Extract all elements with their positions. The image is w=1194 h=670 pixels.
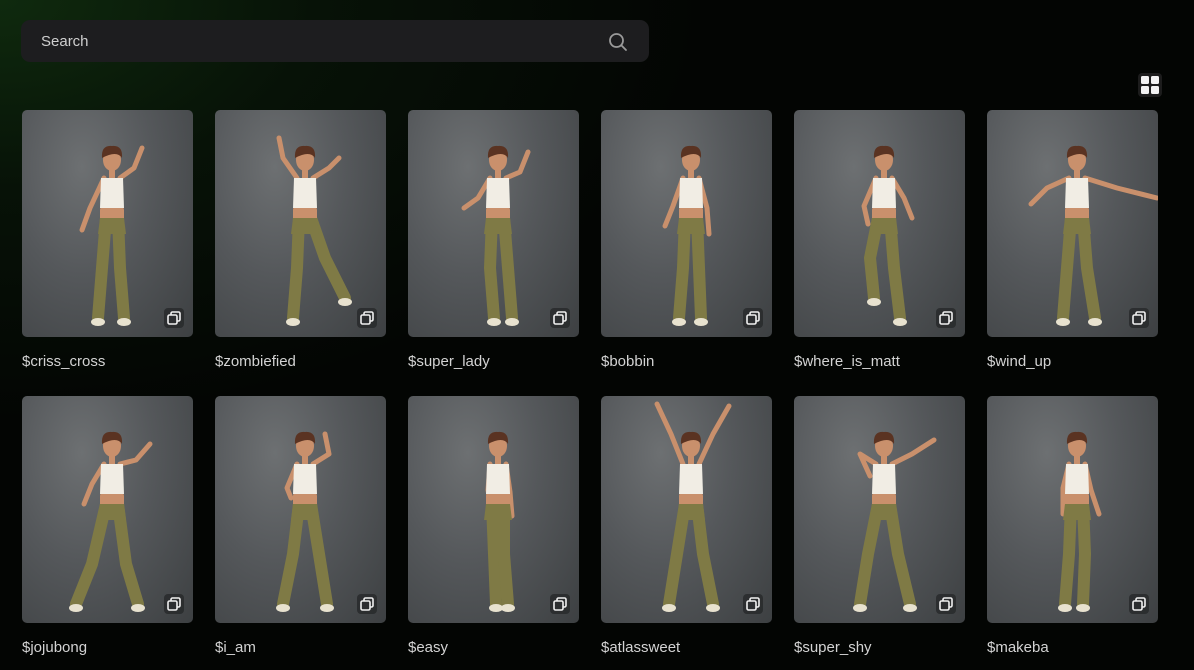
copy-icon[interactable] [743,308,763,328]
animation-label: $i_am [215,639,256,656]
animation-label: $criss_cross [22,353,106,370]
copy-icon[interactable] [1129,594,1149,614]
character-figure [654,401,732,612]
copy-icon[interactable] [550,308,570,328]
animation-preview[interactable] [215,396,386,623]
copy-icon[interactable] [936,308,956,328]
animation-preview[interactable] [601,396,772,623]
grid-view-toggle[interactable] [1138,73,1162,97]
animation-label: $easy [408,639,449,656]
animation-preview[interactable] [408,110,579,337]
search-bar[interactable] [21,20,649,62]
character-figure [276,431,334,612]
character-figure [662,145,712,326]
search-input[interactable] [41,31,601,51]
animation-preview[interactable] [794,396,965,623]
animation-label: $super_lady [408,353,490,370]
animation-preview[interactable] [987,396,1158,623]
character-figure [79,145,145,326]
character-figure [461,145,531,326]
animation-label: $zombiefied [215,353,296,370]
animation-preview[interactable] [22,396,193,623]
animation-label: $where_is_matt [794,353,900,370]
character-figure [69,431,153,612]
animation-label: $atlassweet [601,639,681,656]
character-figure [1058,431,1102,612]
character-figure [276,135,352,326]
copy-icon[interactable] [936,594,956,614]
grid-view-icon [1141,76,1159,94]
copy-icon[interactable] [743,594,763,614]
animation-label: $super_shy [794,639,872,656]
animation-label: $wind_up [987,353,1052,370]
animation-preview[interactable] [794,110,965,337]
animation-preview[interactable] [601,110,772,337]
animation-preview[interactable] [22,110,193,337]
copy-icon[interactable] [1129,308,1149,328]
animation-preview[interactable] [408,396,579,623]
character-figure [1028,145,1158,326]
animation-label: $jojubong [22,639,88,656]
copy-icon[interactable] [164,308,184,328]
animation-preview[interactable] [215,110,386,337]
animation-label: $makeba [987,639,1049,656]
copy-icon[interactable] [164,594,184,614]
copy-icon[interactable] [357,594,377,614]
search-icon[interactable] [607,31,629,53]
animation-label: $bobbin [601,353,655,370]
character-figure [853,431,937,612]
animation-preview[interactable] [987,110,1158,337]
copy-icon[interactable] [357,308,377,328]
character-figure [484,431,515,612]
copy-icon[interactable] [550,594,570,614]
character-figure [861,145,915,326]
